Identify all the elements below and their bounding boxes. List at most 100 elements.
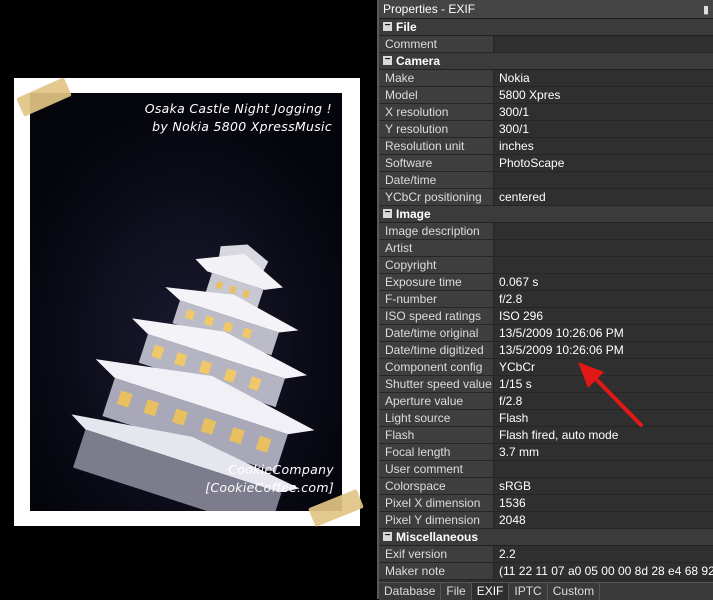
property-key: Comment	[379, 36, 494, 52]
property-value[interactable]: 2.2	[494, 546, 713, 562]
property-key: Artist	[379, 240, 494, 256]
property-row[interactable]: Software PhotoScape	[379, 155, 713, 172]
property-row[interactable]: Exif version 2.2	[379, 546, 713, 563]
property-value[interactable]	[494, 172, 713, 188]
property-value[interactable]: 300/1	[494, 121, 713, 137]
section-miscellaneous[interactable]: − Miscellaneous	[379, 529, 713, 546]
property-key: Image description	[379, 223, 494, 239]
property-row[interactable]: Model 5800 Xpres	[379, 87, 713, 104]
property-value[interactable]: PhotoScape	[494, 155, 713, 171]
property-value[interactable]: 5800 Xpres	[494, 87, 713, 103]
property-key: Focal length	[379, 444, 494, 460]
property-row[interactable]: User comment	[379, 461, 713, 478]
property-value[interactable]: 3.7 mm	[494, 444, 713, 460]
property-row[interactable]: F-number f/2.8	[379, 291, 713, 308]
property-row[interactable]: Component config YCbCr	[379, 359, 713, 376]
property-value[interactable]: 2048	[494, 512, 713, 528]
property-value[interactable]: 1536	[494, 495, 713, 511]
panel-title-bar: Properties - EXIF ▮	[379, 0, 713, 19]
property-value[interactable]: YCbCr	[494, 359, 713, 375]
property-key: Aperture value	[379, 393, 494, 409]
collapse-icon[interactable]: −	[383, 55, 392, 66]
property-row[interactable]: Shutter speed value 1/15 s	[379, 376, 713, 393]
property-row[interactable]: Date/time original 13/5/2009 10:26:06 PM	[379, 325, 713, 342]
property-row[interactable]: Copyright	[379, 257, 713, 274]
tab-iptc[interactable]: IPTC	[509, 583, 548, 600]
property-key: Make	[379, 70, 494, 86]
property-row[interactable]: Pixel X dimension 1536	[379, 495, 713, 512]
property-value[interactable]: sRGB	[494, 478, 713, 494]
tab-file[interactable]: File	[441, 583, 472, 600]
property-row[interactable]: Maker note (11 22 11 07 a0 05 00 00 8d 28…	[379, 563, 713, 580]
property-value[interactable]: 300/1	[494, 104, 713, 120]
property-key: Pixel X dimension	[379, 495, 494, 511]
collapse-icon[interactable]: −	[383, 531, 392, 542]
property-key: Y resolution	[379, 121, 494, 137]
property-key: Resolution unit	[379, 138, 494, 154]
property-value[interactable]: Nokia	[494, 70, 713, 86]
property-row[interactable]: Date/time digitized 13/5/2009 10:26:06 PM	[379, 342, 713, 359]
property-value[interactable]	[494, 461, 713, 477]
property-row[interactable]: Exposure time 0.067 s	[379, 274, 713, 291]
collapse-icon[interactable]: −	[383, 21, 392, 32]
tab-custom[interactable]: Custom	[548, 583, 601, 600]
property-row[interactable]: YCbCr positioning centered	[379, 189, 713, 206]
property-row[interactable]: Make Nokia	[379, 70, 713, 87]
property-value[interactable]: Flash	[494, 410, 713, 426]
property-row[interactable]: Image description	[379, 223, 713, 240]
property-key: Component config	[379, 359, 494, 375]
property-row[interactable]: Flash Flash fired, auto mode	[379, 427, 713, 444]
property-row[interactable]: Y resolution 300/1	[379, 121, 713, 138]
property-value[interactable]: 1/15 s	[494, 376, 713, 392]
property-key: Exposure time	[379, 274, 494, 290]
property-value[interactable]: (11 22 11 07 a0 05 00 00 8d 28 e4 68 92 …	[494, 563, 713, 579]
property-value[interactable]	[494, 36, 713, 52]
property-value[interactable]	[494, 240, 713, 256]
caption-line-1: Osaka Castle Night Jogging !	[144, 101, 332, 116]
property-value[interactable]: 0.067 s	[494, 274, 713, 290]
section-camera[interactable]: − Camera	[379, 53, 713, 70]
property-row[interactable]: Pixel Y dimension 2048	[379, 512, 713, 529]
polaroid-frame: Osaka Castle Night Jogging ! by Nokia 58…	[14, 77, 364, 528]
tab-exif[interactable]: EXIF	[471, 583, 510, 600]
section-name: Image	[396, 207, 431, 221]
panel-title: Properties - EXIF	[383, 2, 476, 16]
credit-line-2: [CookieCoffee.com]	[205, 480, 334, 495]
property-row[interactable]: Light source Flash	[379, 410, 713, 427]
property-row[interactable]: ISO speed ratings ISO 296	[379, 308, 713, 325]
property-key: YCbCr positioning	[379, 189, 494, 205]
property-row[interactable]: Focal length 3.7 mm	[379, 444, 713, 461]
photo-area: Osaka Castle Night Jogging ! by Nokia 58…	[0, 0, 377, 599]
section-image[interactable]: − Image	[379, 206, 713, 223]
property-value[interactable]	[494, 223, 713, 239]
section-file[interactable]: − File	[379, 19, 713, 36]
photo-caption-top: Osaka Castle Night Jogging ! by Nokia 58…	[145, 100, 332, 136]
credit-line-1: CookieCompany	[228, 462, 334, 477]
property-key: User comment	[379, 461, 494, 477]
property-key: Exif version	[379, 546, 494, 562]
property-value[interactable]: ISO 296	[494, 308, 713, 324]
property-value[interactable]: 13/5/2009 10:26:06 PM	[494, 325, 713, 341]
osaka-castle-illustration	[30, 93, 342, 511]
tab-database[interactable]: Database	[379, 583, 442, 600]
property-row[interactable]: Colorspace sRGB	[379, 478, 713, 495]
collapse-icon[interactable]: −	[383, 208, 392, 219]
property-value[interactable]: 13/5/2009 10:26:06 PM	[494, 342, 713, 358]
pin-icon[interactable]: ▮	[703, 1, 709, 19]
property-value[interactable]: f/2.8	[494, 393, 713, 409]
property-key: Model	[379, 87, 494, 103]
property-value[interactable]: centered	[494, 189, 713, 205]
property-row[interactable]: Resolution unit inches	[379, 138, 713, 155]
exif-property-grid[interactable]: − File Comment − Camera Make Nokia Model 5800 Xp…	[379, 19, 713, 582]
property-value[interactable]: inches	[494, 138, 713, 154]
property-row[interactable]: Date/time	[379, 172, 713, 189]
property-value[interactable]: Flash fired, auto mode	[494, 427, 713, 443]
property-value[interactable]: f/2.8	[494, 291, 713, 307]
property-row[interactable]: Comment	[379, 36, 713, 53]
property-row[interactable]: Artist	[379, 240, 713, 257]
property-value[interactable]	[494, 257, 713, 273]
section-name: File	[396, 20, 417, 34]
property-row[interactable]: Aperture value f/2.8	[379, 393, 713, 410]
property-key: Date/time	[379, 172, 494, 188]
property-row[interactable]: X resolution 300/1	[379, 104, 713, 121]
